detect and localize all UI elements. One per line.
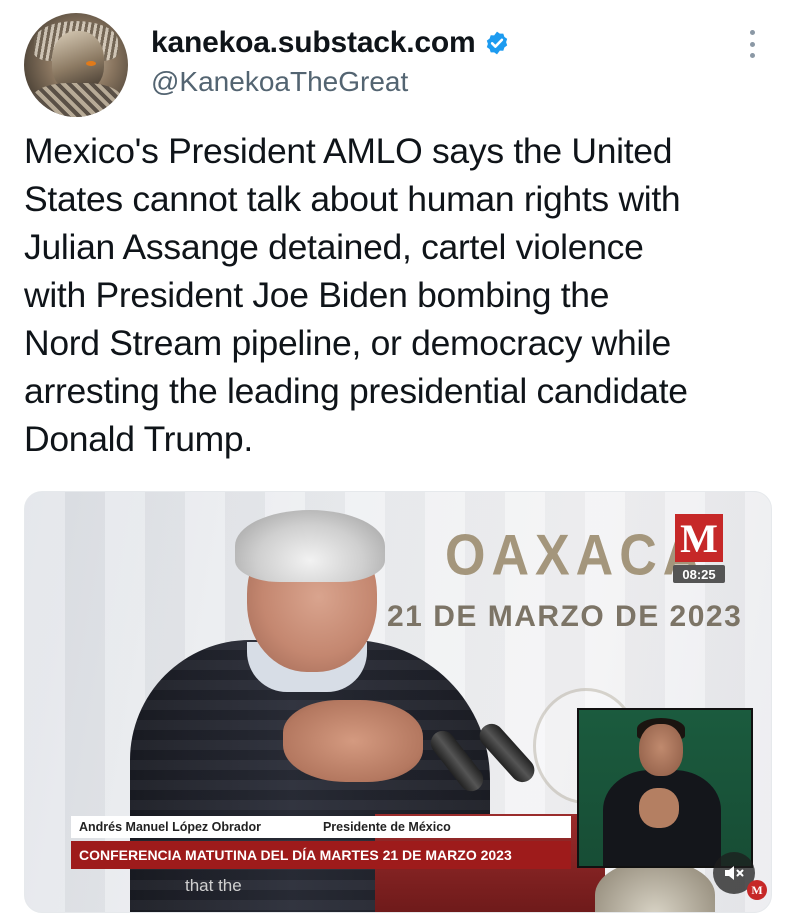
lower-third-name: Andrés Manuel López Obrador bbox=[79, 820, 261, 834]
backdrop-date: 21 DE MARZO DE 2023 bbox=[387, 600, 743, 633]
tweet-video[interactable]: OAXACA 21 DE MARZO DE 2023 M 08:25 André… bbox=[24, 491, 772, 913]
corner-broadcaster-logo: M bbox=[747, 880, 767, 900]
interpreter-hands bbox=[639, 788, 679, 828]
verified-badge-icon bbox=[486, 31, 507, 55]
avatar-body bbox=[32, 83, 122, 117]
profile-avatar[interactable] bbox=[24, 13, 128, 117]
more-dot bbox=[749, 41, 755, 47]
video-caption: that the bbox=[185, 876, 242, 895]
speaker-hair bbox=[235, 510, 385, 582]
tweet-text: Mexico's President AMLO says the United … bbox=[24, 131, 688, 459]
author-handle[interactable]: @KanekoaTheGreat bbox=[151, 66, 408, 98]
video-timestamp: 08:25 bbox=[673, 565, 725, 583]
interpreter-face bbox=[639, 724, 683, 776]
display-name[interactable]: kanekoa.substack.com bbox=[151, 26, 476, 60]
speaker-mute-glyph bbox=[725, 866, 744, 880]
broadcaster-logo: M bbox=[675, 514, 723, 562]
avatar-eye bbox=[86, 61, 96, 66]
speaker-hands bbox=[283, 700, 423, 782]
lower-third-title: CONFERENCIA MATUTINA DEL DÍA MARTES 21 D… bbox=[71, 841, 571, 869]
lower-third-role: Presidente de México bbox=[322, 820, 451, 834]
sign-language-interpreter bbox=[577, 708, 753, 868]
more-dot bbox=[749, 30, 755, 35]
avatar-face bbox=[52, 31, 104, 91]
more-dot bbox=[749, 53, 755, 58]
author-name-row: kanekoa.substack.com bbox=[151, 26, 510, 60]
backdrop-location: OAXACA bbox=[445, 524, 707, 588]
more-options-icon[interactable] bbox=[744, 30, 760, 58]
lower-third: Andrés Manuel López Obrador Presidente d… bbox=[71, 816, 571, 838]
